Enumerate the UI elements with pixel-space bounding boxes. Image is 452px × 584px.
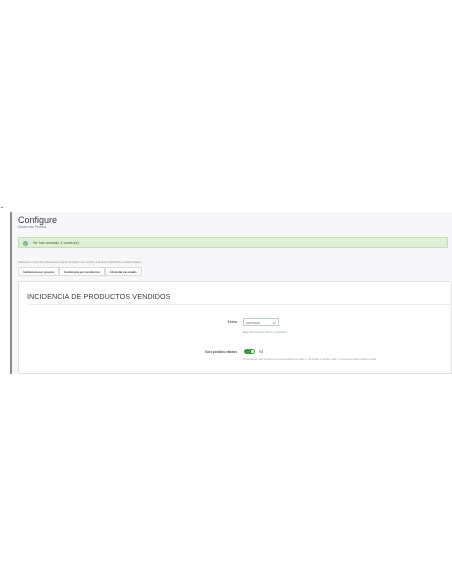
solo-pedidos-toggle[interactable] bbox=[244, 349, 255, 354]
fecha-label: Fecha bbox=[227, 320, 237, 324]
calendar-icon[interactable]: ▭ bbox=[273, 321, 276, 325]
tab-incidencia-productos[interactable]: Incidencia por productos bbox=[59, 267, 106, 276]
fecha-hint: Elige una fecha que sea hoy, o la anteri… bbox=[243, 331, 288, 334]
check-circle-icon: ✓ bbox=[23, 240, 28, 246]
success-alert: ✓ Se han enviado 1 correo(s). bbox=[18, 237, 448, 248]
panel-divider bbox=[27, 304, 452, 305]
tab-incidencia-grupos[interactable]: Incidencia por grupos bbox=[18, 267, 60, 276]
alert-message: Se han enviado 1 correo(s). bbox=[33, 240, 80, 245]
tab-historial-emails[interactable]: Historial de emails bbox=[105, 267, 142, 276]
tab-bar: Incidencia por grupos Incidencia por pro… bbox=[18, 267, 142, 276]
main-content: Configure Incidencias Pedidos ✓ Se han e… bbox=[12, 212, 452, 374]
solo-pedidos-hint: Si está activo, solo se tienen en cuenta… bbox=[243, 358, 377, 361]
page-subtitle: Incidencias Pedidos bbox=[18, 225, 47, 229]
fecha-value: 04/07/2024 bbox=[246, 321, 260, 326]
help-text: Seleccione el tipo de incidencia que qui… bbox=[18, 261, 142, 264]
toggle-knob bbox=[250, 349, 255, 354]
toggle-label: SÍ bbox=[259, 349, 263, 354]
solo-pedidos-label: Solo pedidos válidos bbox=[205, 350, 237, 354]
page-marker bbox=[1, 207, 3, 208]
settings-panel: INCIDENCIA DE PRODUCTOS VENDIDOS Fecha 0… bbox=[18, 281, 452, 374]
panel-title: INCIDENCIA DE PRODUCTOS VENDIDOS bbox=[27, 292, 171, 301]
page-title: Configure bbox=[18, 215, 58, 225]
fecha-date-input[interactable]: 04/07/2024 ▭ bbox=[243, 318, 279, 326]
